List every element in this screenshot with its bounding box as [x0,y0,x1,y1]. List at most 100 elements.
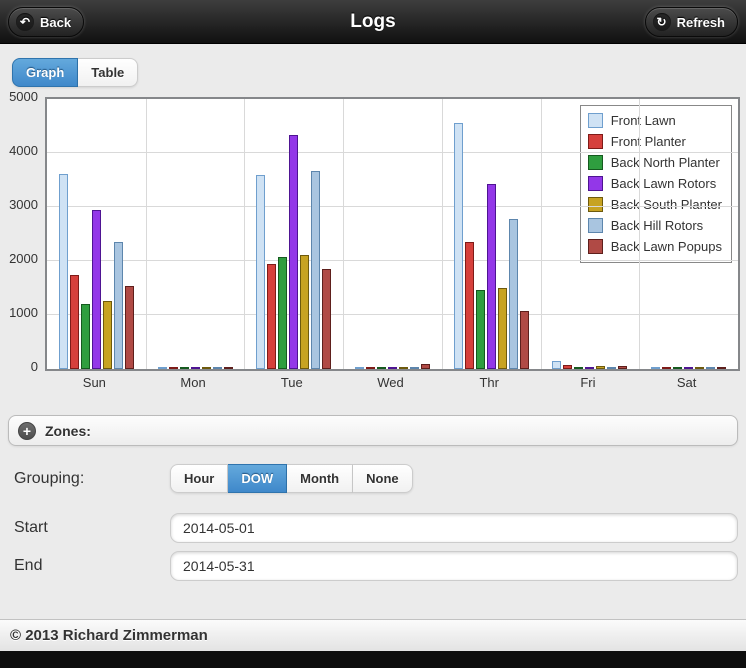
bar-front-lawn [157,367,167,369]
bar-back-lawn-popups [223,367,233,369]
page-title: Logs [350,11,396,32]
start-row: Start [8,513,738,543]
bar-back-lawn-popups [717,367,727,369]
refresh-icon: ↻ [652,13,671,31]
bar-back-hill-rotors [706,367,716,369]
refresh-button-label: Refresh [676,14,725,30]
view-toggle: Graph Table [12,58,139,87]
bar-back-south-planter [300,255,310,369]
bar-group [244,99,343,369]
bar-group [639,99,738,369]
zones-label: Zones: [45,422,91,439]
end-label: End [14,557,43,574]
bar-back-south-planter [695,367,705,369]
header: ↶ Back Logs ↻ Refresh [0,0,746,44]
bar-back-north-planter [179,367,189,369]
y-tick-label: 1000 [9,305,38,320]
bar-front-lawn [256,175,266,369]
footer: © 2013 Richard Zimmerman [0,619,746,651]
grouping-option-hour[interactable]: Hour [170,464,229,493]
y-axis: 0 1000 2000 3000 4000 5000 [8,89,40,374]
bar-back-lawn-rotors [585,367,595,369]
grouping-option-month[interactable]: Month [287,464,354,493]
bar-front-lawn [58,174,68,369]
bar-back-north-planter [673,367,683,369]
bar-back-north-planter [475,290,485,369]
copyright-text: © 2013 Richard Zimmerman [10,627,208,644]
main-content: Graph Table 0 1000 2000 3000 4000 5000 Front … [0,44,746,619]
bar-back-south-planter [596,366,606,369]
bar-back-north-planter [80,304,90,369]
bar-front-planter [365,367,375,369]
grouping-option-dow[interactable]: DOW [228,464,288,493]
y-tick-label: 3000 [9,197,38,212]
start-date-input[interactable] [170,513,738,543]
bar-front-lawn [453,123,463,369]
bar-back-south-planter [497,288,507,369]
x-tick-label: Wed [377,375,404,390]
bar-back-south-planter [398,367,408,369]
plus-icon: + [18,421,36,440]
x-tick-label: Thr [479,375,499,390]
refresh-button[interactable]: ↻ Refresh [644,7,738,37]
bar-back-hill-rotors [113,242,123,369]
bar-back-lawn-popups [420,364,430,369]
y-tick-label: 2000 [9,251,38,266]
x-tick-label: Fri [580,375,596,390]
bar-front-lawn [354,367,364,369]
grouping-label: Grouping: [14,469,85,487]
x-tick-label: Sun [82,375,106,390]
bar-group [343,99,442,369]
bar-back-lawn-rotors [486,184,496,369]
back-button-label: Back [40,14,72,30]
bar-back-lawn-popups [519,311,529,369]
bar-back-lawn-rotors [190,367,200,369]
bar-group [541,99,640,369]
bar-back-hill-rotors [607,367,617,369]
zones-collapsible[interactable]: + Zones: [8,415,738,446]
bar-back-lawn-rotors [289,135,299,369]
bar-front-lawn [552,361,562,369]
bar-back-lawn-popups [322,269,332,369]
bar-back-lawn-rotors [91,210,101,369]
grouping-toggle: Hour DOW Month None [170,464,413,493]
y-tick-label: 0 [30,359,38,374]
bar-back-lawn-rotors [387,367,397,369]
grouping-row: Grouping: Hour DOW Month None [8,464,738,493]
bar-back-lawn-popups [618,366,628,369]
bar-group [47,99,146,369]
back-icon: ↶ [16,13,34,31]
bar-back-north-planter [376,367,386,369]
bar-front-planter [267,264,277,369]
bar-front-planter [69,275,79,369]
bar-back-south-planter [102,301,112,369]
bar-front-planter [662,367,672,369]
bar-back-hill-rotors [212,367,222,369]
x-tick-label: Sat [676,375,697,390]
start-label: Start [14,519,48,536]
table-tab[interactable]: Table [78,58,139,87]
bar-group [146,99,245,369]
bar-back-south-planter [201,367,211,369]
bar-back-north-planter [278,257,288,369]
grouping-option-none[interactable]: None [353,464,413,493]
end-row: End [8,551,738,581]
y-tick-label: 4000 [9,143,38,158]
plot-area: Front Lawn Front Planter Back North Plante… [45,97,740,371]
x-tick-label: Tue [280,375,303,390]
y-tick-label: 5000 [9,89,38,104]
chart: 0 1000 2000 3000 4000 5000 Front Lawn Front Pl… [8,89,740,397]
bar-back-hill-rotors [311,171,321,369]
x-tick-label: Mon [180,375,206,390]
bar-back-north-planter [574,367,584,369]
bar-front-planter [563,365,573,369]
bar-back-lawn-popups [124,286,134,369]
bar-front-lawn [651,367,661,369]
bar-back-lawn-rotors [684,367,694,369]
graph-tab[interactable]: Graph [12,58,79,87]
bar-back-hill-rotors [409,367,419,369]
end-date-input[interactable] [170,551,738,581]
back-button[interactable]: ↶ Back [8,7,85,37]
bar-front-planter [168,367,178,369]
bar-front-planter [464,242,474,369]
